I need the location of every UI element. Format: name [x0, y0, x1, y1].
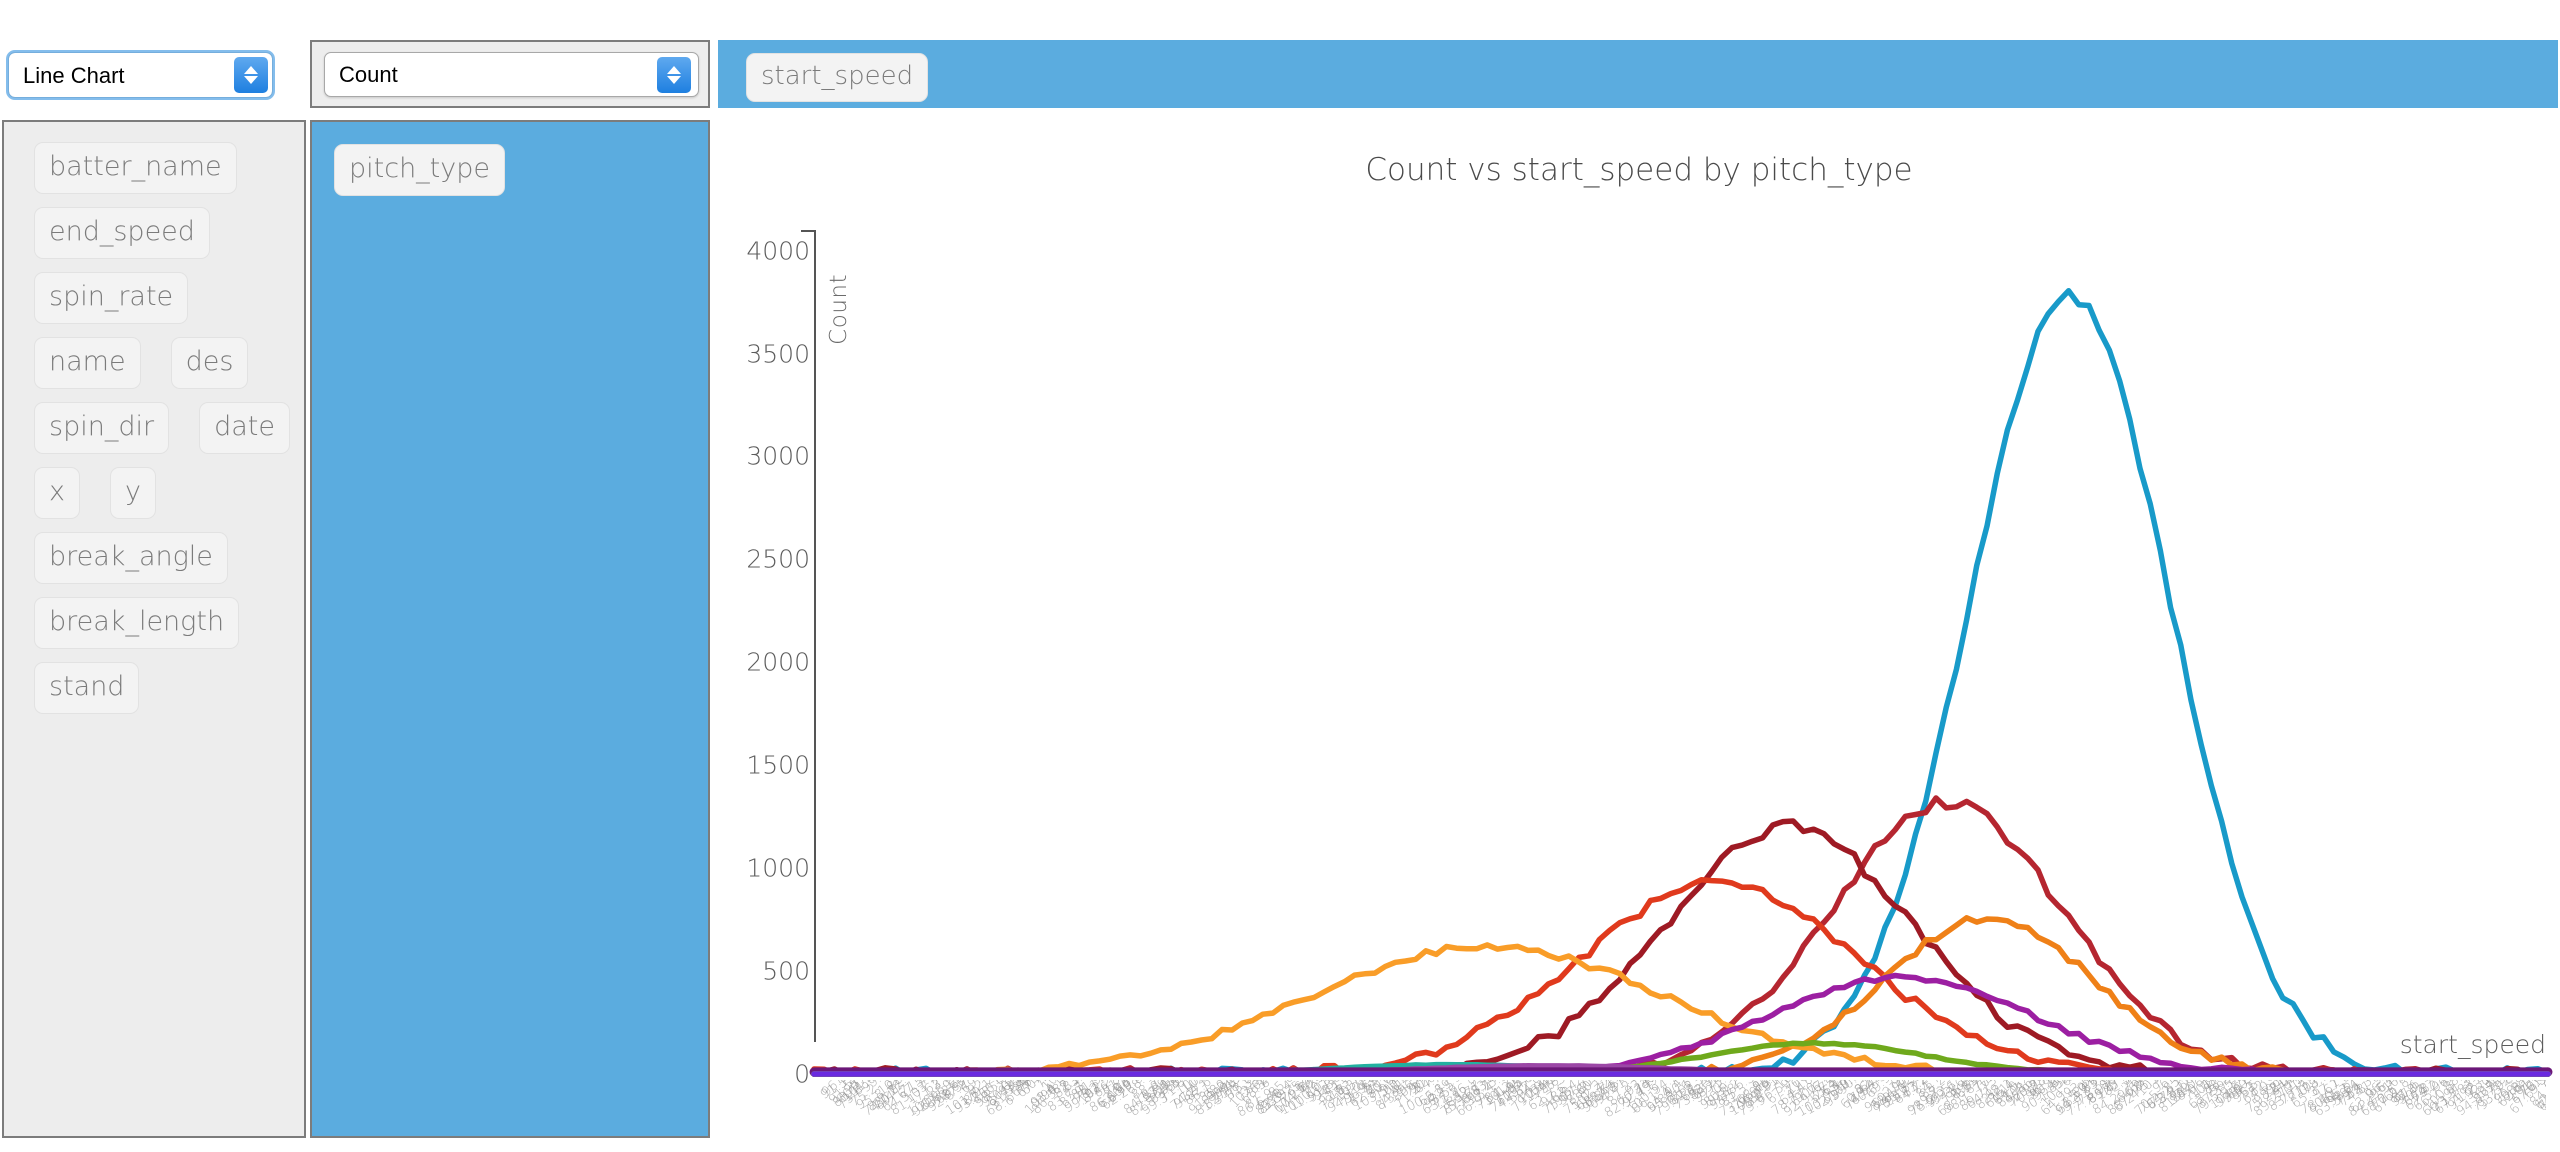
field-pill-x[interactable]: x [34, 467, 80, 519]
field-pill-date[interactable]: date [199, 402, 290, 454]
color-shelf[interactable]: pitch_type [310, 120, 710, 1138]
x-pill-start-speed[interactable]: start_speed [746, 53, 929, 102]
chart-type-select-wrap[interactable]: Line ChartBar ChartScatter ChartArea Cha… [6, 50, 275, 100]
chart-panel: Count vs start_speed by pitch_type 0 500 1… [718, 112, 2560, 1152]
field-pill-spin-dir[interactable]: spin_dir [34, 402, 170, 454]
aggregate-select-wrap[interactable]: CountSumAverageMinMax [310, 40, 710, 108]
field-pill-end-speed[interactable]: end_speed [34, 207, 210, 259]
series-line-FT [811, 818, 2551, 1077]
field-pill-des[interactable]: des [170, 337, 249, 389]
fields-panel: batter_name end_speed spin_ratename desspin… [2, 120, 306, 1138]
series-line-SL [811, 795, 2551, 1077]
series-line-FF [811, 287, 2551, 1077]
field-pill-batter-name[interactable]: batter_name [34, 142, 237, 194]
chart-type-select[interactable]: Line ChartBar ChartScatter ChartArea Cha… [6, 50, 275, 100]
app-window: Line ChartBar ChartScatter ChartArea Cha… [0, 0, 2560, 1152]
x-axis-tick-labels: 96.691.591.580.160.173.8101.495.775.277.… [814, 1080, 2546, 1132]
field-pill-y[interactable]: y [109, 467, 156, 519]
field-pill-stand[interactable]: stand [34, 662, 140, 714]
aggregate-select[interactable]: CountSumAverageMinMax [324, 52, 699, 97]
field-pill-spin-rate[interactable]: spin_rate [34, 272, 189, 324]
field-pill-break-angle[interactable]: break_angle [34, 532, 228, 584]
chart-lines [809, 287, 2553, 1077]
field-pill-break-length[interactable]: break_length [34, 597, 240, 649]
field-pill-name[interactable]: name [34, 337, 141, 389]
color-pill-pitch-type[interactable]: pitch_type [334, 144, 505, 196]
x-axis-shelf[interactable]: start_speed [718, 40, 2558, 108]
